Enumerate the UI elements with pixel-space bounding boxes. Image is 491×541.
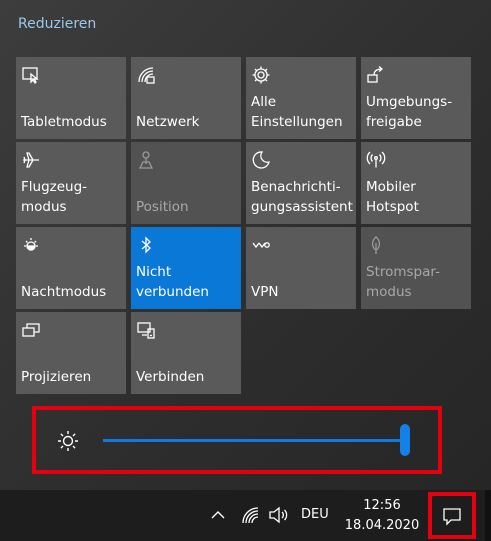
action-center-button[interactable] xyxy=(428,492,476,539)
tile-label: Alle Einstellungen xyxy=(251,94,343,130)
clock[interactable]: 12:56 18.04.2020 xyxy=(344,496,420,536)
tile-label: Nachtmodus xyxy=(21,284,107,300)
tile-battery-saver[interactable]: Stromspar- modus xyxy=(361,227,471,309)
notification-icon xyxy=(443,508,461,526)
vpn-icon xyxy=(251,235,271,255)
tile-tablet-mode[interactable]: Tabletmodus xyxy=(16,57,126,139)
tile-vpn[interactable]: VPN xyxy=(246,227,356,309)
wifi-icon[interactable] xyxy=(240,505,260,525)
tile-focus-assist[interactable]: Benachrichti- gungsassistent xyxy=(246,142,356,224)
show-desktop-strip[interactable] xyxy=(485,490,491,541)
brightness-slider-area xyxy=(32,406,442,474)
hotspot-icon xyxy=(366,150,386,170)
tile-label: Verbinden xyxy=(136,369,205,385)
tile-label: Flugzeug- modus xyxy=(21,179,88,215)
location-icon xyxy=(136,150,156,170)
tile-airplane-mode[interactable]: Flugzeug- modus xyxy=(16,142,126,224)
tile-label: Nicht verbunden xyxy=(136,264,209,300)
tile-label: Projizieren xyxy=(21,369,92,385)
connect-icon xyxy=(136,320,156,340)
tile-network[interactable]: Netzwerk xyxy=(131,57,241,139)
tile-label: Stromspar- modus xyxy=(366,264,440,300)
night-light-icon xyxy=(21,235,41,255)
tile-project[interactable]: Projizieren xyxy=(16,312,126,394)
action-center-panel: Reduzieren Tabletmodus Netzwerk Alle Ein… xyxy=(0,0,491,490)
moon-icon xyxy=(251,150,271,170)
collapse-link[interactable]: Reduzieren xyxy=(18,16,96,32)
chevron-up-icon[interactable] xyxy=(208,505,228,525)
quick-actions-grid: Tabletmodus Netzwerk Alle Einstellungen … xyxy=(16,57,471,394)
brightness-slider-thumb[interactable] xyxy=(400,424,410,456)
network-icon xyxy=(136,65,156,85)
tile-label: Umgebungs- freigabe xyxy=(366,94,453,130)
tile-label: Tabletmodus xyxy=(21,114,107,130)
tile-all-settings[interactable]: Alle Einstellungen xyxy=(246,57,356,139)
project-icon xyxy=(21,320,41,340)
tile-label: Mobiler Hotspot xyxy=(366,179,419,215)
clock-date: 18.04.2020 xyxy=(344,518,420,533)
tile-label: Position xyxy=(136,199,189,215)
tile-bluetooth[interactable]: Nicht verbunden xyxy=(131,227,241,309)
bluetooth-icon xyxy=(136,235,156,255)
tile-label: VPN xyxy=(251,284,279,300)
tile-nearby-sharing[interactable]: Umgebungs- freigabe xyxy=(361,57,471,139)
brightness-slider-track[interactable] xyxy=(103,439,403,442)
tile-location[interactable]: Position xyxy=(131,142,241,224)
nearby-sharing-icon xyxy=(366,65,386,85)
tile-label: Netzwerk xyxy=(136,114,200,130)
tile-connect[interactable]: Verbinden xyxy=(131,312,241,394)
tablet-mode-icon xyxy=(21,65,41,85)
tile-night-light[interactable]: Nachtmodus xyxy=(16,227,126,309)
language-indicator[interactable]: DEU xyxy=(301,507,329,522)
taskbar: DEU 12:56 18.04.2020 xyxy=(0,490,491,541)
clock-time: 12:56 xyxy=(363,498,401,513)
tile-label: Benachrichti- gungsassistent xyxy=(251,179,353,215)
brightness-icon xyxy=(56,429,80,453)
tile-mobile-hotspot[interactable]: Mobiler Hotspot xyxy=(361,142,471,224)
battery-saver-icon xyxy=(366,235,386,255)
airplane-icon xyxy=(21,150,41,170)
gear-icon xyxy=(251,65,271,85)
speaker-icon[interactable] xyxy=(268,505,288,525)
